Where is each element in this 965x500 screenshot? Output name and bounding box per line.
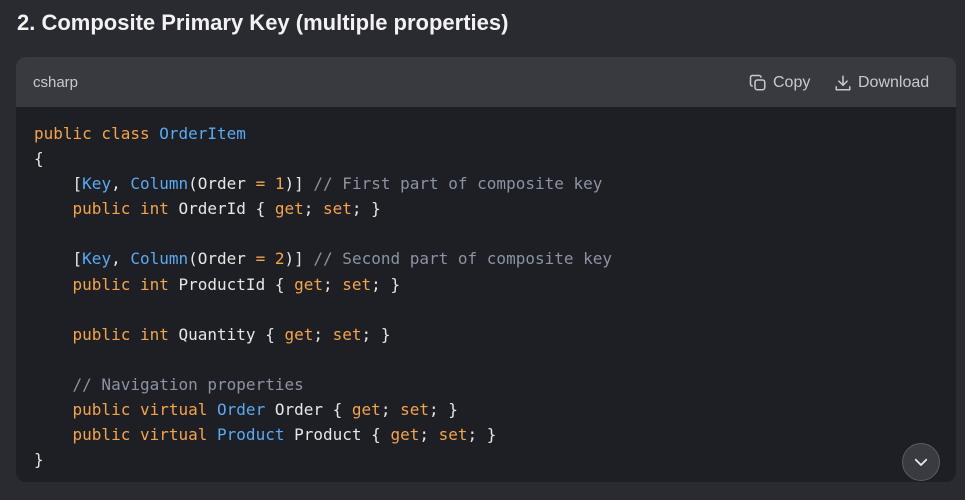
code-token: ,	[111, 174, 131, 194]
code-token: set	[332, 324, 362, 344]
code-token: public virtual	[34, 400, 218, 420]
code-token: ; }	[371, 274, 401, 294]
code-token: public int	[34, 274, 179, 294]
code-token: set	[400, 400, 429, 420]
code-line: public virtual Product Product { get; se…	[34, 422, 612, 447]
code-token: OrderItem	[159, 124, 246, 143]
code-token: Product {	[284, 425, 391, 445]
code-token: Order	[217, 400, 266, 420]
code-token: get	[274, 199, 304, 219]
code-token: ; }	[361, 324, 391, 344]
code-token: [	[34, 174, 83, 194]
code-token: [	[34, 249, 83, 269]
download-icon	[835, 75, 851, 91]
code-token: )]	[284, 174, 314, 194]
code-token: ;	[380, 400, 401, 420]
code-token: ,	[111, 249, 131, 269]
code-token: public int	[34, 324, 179, 344]
code-token: {	[34, 149, 44, 169]
code-block-header: csharp Copy Download	[16, 57, 956, 107]
code-token: OrderId {	[178, 199, 275, 219]
code-token: Key	[82, 249, 112, 269]
code-block: csharp Copy Download public class OrderI…	[16, 57, 956, 482]
code-token: Column	[130, 249, 189, 269]
code-token: // Navigation properties	[34, 374, 304, 394]
code-token: ;	[303, 199, 323, 219]
code-token: ;	[323, 274, 343, 294]
code-token: // Second part of composite key	[313, 249, 613, 269]
code-token: set	[323, 199, 352, 219]
download-label: Download	[858, 74, 930, 91]
scroll-down-button[interactable]	[902, 443, 940, 481]
code-token: get	[294, 274, 323, 294]
code-token: 2	[274, 249, 285, 269]
copy-icon	[749, 74, 766, 91]
code-content: public class OrderItem{ [Key, Column(Ord…	[34, 121, 612, 472]
code-token: ;	[419, 425, 439, 445]
code-line: public int OrderId { get; set; }	[34, 196, 612, 221]
code-token: set	[342, 274, 372, 294]
code-line: public class OrderItem	[34, 121, 612, 146]
code-token: ;	[313, 324, 333, 344]
code-token: Key	[82, 174, 112, 194]
code-token: ; }	[428, 400, 458, 420]
code-line: // Navigation properties	[34, 372, 612, 397]
chevron-down-icon	[914, 458, 928, 466]
code-token: get	[284, 324, 314, 344]
download-button[interactable]: Download	[834, 72, 929, 94]
code-line: [Key, Column(Order = 1)] // First part o…	[34, 171, 612, 196]
code-token: Product	[217, 425, 285, 445]
code-line: public int ProductId { get; set; }	[34, 272, 612, 297]
code-line: public virtual Order Order { get; set; }	[34, 397, 612, 422]
code-token: ; }	[467, 425, 497, 445]
code-token: get	[351, 400, 381, 420]
code-token: set	[438, 425, 468, 445]
code-token: =	[255, 249, 266, 269]
code-token: ProductId {	[178, 274, 295, 294]
code-language-label: csharp	[33, 74, 79, 91]
code-token: public virtual	[34, 425, 218, 445]
code-line: {	[34, 146, 612, 171]
code-token: Quantity {	[178, 324, 285, 344]
code-token: 1	[274, 174, 285, 194]
code-token: ; }	[351, 199, 381, 219]
code-token: // First part of composite key	[313, 174, 603, 194]
code-token: )]	[284, 249, 314, 269]
code-token: public int	[34, 199, 179, 219]
code-token: }	[34, 450, 44, 470]
code-token: get	[390, 425, 420, 445]
code-token: =	[255, 174, 266, 194]
section-heading: 2. Composite Primary Key (multiple prope…	[17, 10, 509, 35]
code-token: (Order	[188, 174, 256, 194]
code-line: }	[34, 447, 612, 472]
code-token: Order {	[265, 400, 352, 420]
code-token: Column	[130, 174, 189, 194]
code-token: public class	[34, 124, 160, 143]
code-line: public int Quantity { get; set; }	[34, 322, 612, 347]
code-token: (Order	[188, 249, 256, 269]
copy-label: Copy	[773, 74, 811, 91]
copy-button[interactable]: Copy	[749, 72, 810, 94]
code-line: [Key, Column(Order = 2)] // Second part …	[34, 246, 613, 271]
